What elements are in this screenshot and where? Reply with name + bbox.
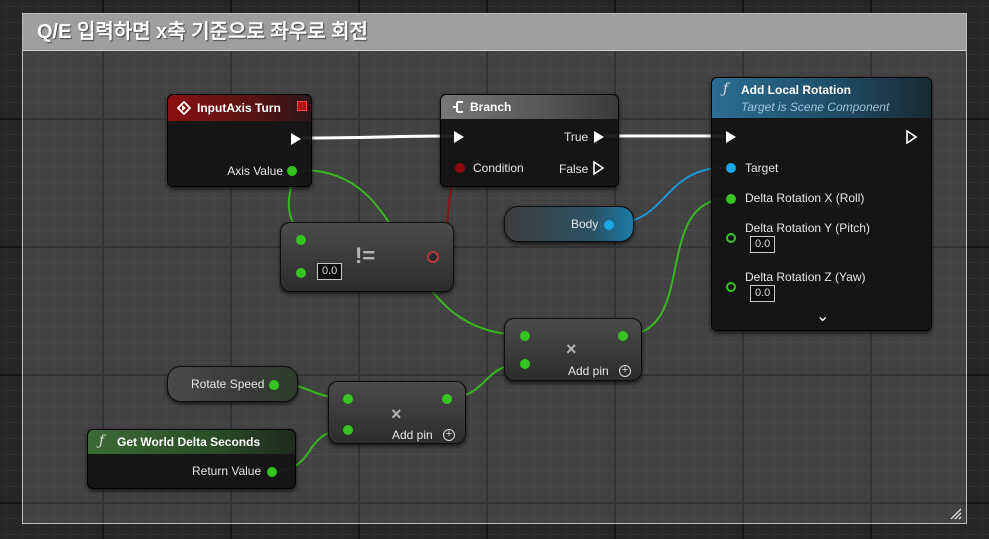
true-exec-out-pin[interactable] [594,131,604,143]
delta-y-label: Delta Rotation Y (Pitch) [745,221,870,235]
branch-exec-in-pin[interactable] [454,131,464,143]
delta-z-value[interactable]: 0.0 [750,285,776,302]
world-delta-title: Get World Delta Seconds [117,435,261,449]
body-node[interactable]: Body [504,206,634,242]
delta-x-label: Delta Rotation X (Roll) [745,191,865,205]
true-label: True [564,130,589,144]
add-local-rotation-header: ƒ Add Local Rotation Target is Scene Com… [712,78,931,118]
multiply-2-a-pin[interactable] [343,394,353,404]
branch-title: Branch [470,100,512,114]
target-pin[interactable] [726,163,736,173]
multiply-2-operator: × [391,404,402,424]
return-value-label: Return Value [192,464,262,478]
rotation-exec-out-pin[interactable] [906,130,918,144]
pure-function-icon: ƒ [99,433,105,449]
false-label: False [559,162,589,176]
false-exec-out-pin[interactable] [593,161,605,175]
multiply-1-add-pin-icon[interactable]: + [619,365,631,377]
expand-chevron-icon[interactable]: ⌄ [816,306,829,325]
rotation-exec-in-pin[interactable] [726,131,736,143]
not-equal-a-pin[interactable] [296,235,306,245]
multiply-node-1[interactable]: × Add pin + [504,318,642,381]
multiply-1-a-pin[interactable] [520,331,530,341]
multiply-2-add-pin-label[interactable]: Add pin [392,428,433,442]
not-equal-b-value[interactable]: 0.0 [317,263,343,280]
exec-wire-event-to-branch [301,134,457,140]
rotate-speed-out-pin[interactable] [269,380,279,390]
rotate-speed-label: Rotate Speed [191,377,265,391]
multiply-1-operator: × [566,339,577,359]
not-equal-return-pin[interactable] [427,251,439,263]
not-equal-operator: != [355,243,376,268]
delta-x-pin[interactable] [726,194,736,204]
multiply-1-return-pin[interactable] [618,331,628,341]
axis-value-pin[interactable] [287,166,297,176]
body-out-pin[interactable] [604,220,614,230]
multiply-2-b-pin[interactable] [343,425,353,435]
delta-z-pin[interactable] [726,282,736,292]
input-axis-turn-node[interactable]: InputAxis Turn Axis Value [167,94,312,187]
branch-node[interactable]: Branch True Condition False [440,94,619,187]
add-local-rotation-title: Add Local Rotation [741,83,851,97]
multiply-2-return-pin[interactable] [442,394,452,404]
input-axis-title: InputAxis Turn [197,101,281,115]
add-local-rotation-node[interactable]: ƒ Add Local Rotation Target is Scene Com… [711,77,932,331]
delta-y-pin[interactable] [726,233,736,243]
axis-value-label: Axis Value [227,164,283,178]
target-label: Target [745,161,779,175]
get-world-delta-seconds-node[interactable]: ƒ Get World Delta Seconds Return Value [87,429,296,489]
add-local-rotation-subtitle: Target is Scene Component [741,100,890,114]
not-equal-b-pin[interactable] [296,268,306,278]
multiply-1-b-pin[interactable] [520,359,530,369]
branch-icon [453,101,463,113]
event-diamond-icon [177,101,191,115]
function-icon: ƒ [723,81,729,97]
body-label: Body [571,217,599,231]
input-axis-header: InputAxis Turn [168,95,311,121]
not-equal-node[interactable]: 0.0 != [280,222,454,292]
multiply-node-2[interactable]: × Add pin + [328,381,466,444]
multiply-1-add-pin-label[interactable]: Add pin [568,364,609,378]
return-value-pin[interactable] [267,467,277,477]
multiply-2-add-pin-icon[interactable]: + [443,429,455,441]
branch-header: Branch [441,95,618,119]
condition-pin[interactable] [455,163,465,173]
condition-label: Condition [473,161,524,175]
rotate-speed-node[interactable]: Rotate Speed [167,366,298,402]
exec-out-pin[interactable] [291,133,301,145]
output-delegate-icon[interactable] [297,101,307,111]
world-delta-header: ƒ Get World Delta Seconds [88,430,295,454]
delta-y-value[interactable]: 0.0 [750,236,776,253]
delta-z-label: Delta Rotation Z (Yaw) [745,270,866,284]
